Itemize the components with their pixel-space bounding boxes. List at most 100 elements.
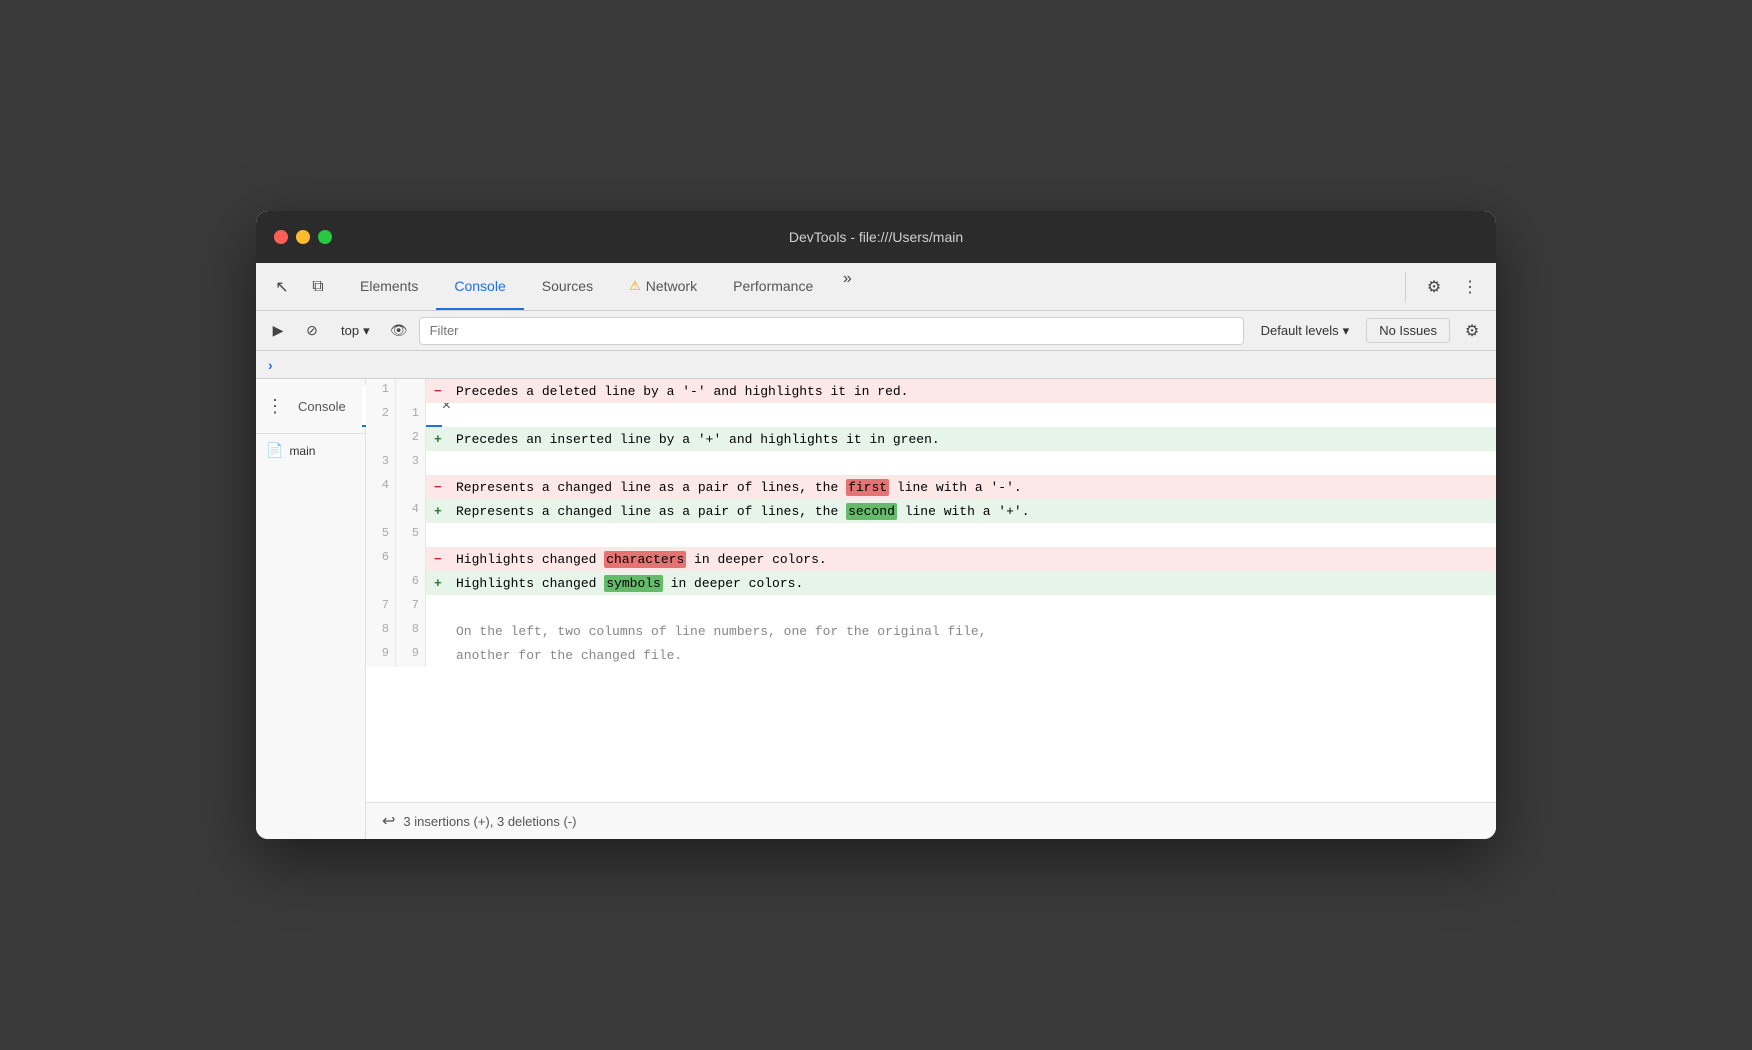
line-num-new-9: 6	[396, 571, 426, 595]
line-content-6: + Represents a changed line as a pair of…	[426, 499, 1496, 523]
console-settings-button[interactable]: ⚙	[1456, 315, 1488, 347]
line-num-new-1	[396, 379, 426, 403]
diff-marker-8: −	[434, 552, 452, 567]
prompt-arrow-icon: ›	[268, 357, 273, 373]
tab-console[interactable]: Console	[436, 263, 523, 310]
line-nums-3: 2	[366, 427, 426, 451]
sidebar-item-main[interactable]: 📄 main	[256, 434, 365, 467]
tab-sources[interactable]: Sources	[524, 263, 611, 310]
tab-network[interactable]: ⚠ Network	[611, 263, 715, 310]
line-num-new-10: 7	[396, 595, 426, 619]
content-area: ⋮ Console Changes × × 📄 main	[256, 379, 1496, 839]
line-nums-5: 4	[366, 475, 426, 499]
line-num-old-5: 4	[366, 475, 396, 499]
line-content-8: − Highlights changed characters in deepe…	[426, 547, 1496, 571]
filter-input[interactable]	[419, 317, 1244, 345]
sidebar-menu-button[interactable]: ⋮	[266, 392, 284, 420]
diff-marker-9: +	[434, 576, 452, 591]
cursor-icon: ↖	[275, 277, 288, 297]
line-content-5: − Represents a changed line as a pair of…	[426, 475, 1496, 499]
line-num-old-4: 3	[366, 451, 396, 475]
main-panel: 1 − Precedes a deleted line by a '-' and…	[366, 379, 1496, 839]
diff-row-8-deleted: 6 − Highlights changed characters in dee…	[366, 547, 1496, 571]
diff-text-3: Precedes an inserted line by a '+' and h…	[456, 432, 940, 447]
line-num-new-4: 3	[396, 451, 426, 475]
line-content-1: − Precedes a deleted line by a '-' and h…	[426, 379, 1496, 403]
diff-marker-12	[434, 648, 452, 663]
close-traffic-light[interactable]	[274, 230, 288, 244]
line-nums-4: 3 3	[366, 451, 426, 475]
minimize-traffic-light[interactable]	[296, 230, 310, 244]
diff-text-5b: line with a '-'.	[889, 480, 1022, 495]
line-num-new-11: 8	[396, 619, 426, 643]
more-tabs-button[interactable]: »	[831, 263, 863, 295]
line-content-7	[426, 523, 1496, 547]
line-content-3: + Precedes an inserted line by a '+' and…	[426, 427, 1496, 451]
main-tabs: Elements Console Sources ⚠ Network Perfo…	[342, 263, 1397, 310]
tab-elements[interactable]: Elements	[342, 263, 436, 310]
line-content-10	[426, 595, 1496, 619]
inspect-element-button[interactable]: ↖	[266, 271, 298, 303]
layers-icon: ⧉	[312, 278, 323, 296]
file-icon: 📄	[266, 442, 283, 459]
diff-marker-4	[434, 456, 452, 471]
line-content-9: + Highlights changed symbols in deeper c…	[426, 571, 1496, 595]
dots-vertical-icon: ⋮	[1462, 277, 1478, 297]
chevron-down-icon: ▾	[363, 323, 370, 339]
maximize-traffic-light[interactable]	[318, 230, 332, 244]
sidebar: ⋮ Console Changes × × 📄 main	[256, 379, 366, 839]
footer: ↩ 3 insertions (+), 3 deletions (-)	[366, 802, 1496, 839]
line-num-new-5	[396, 475, 426, 499]
undo-icon: ↩	[382, 811, 395, 831]
tab-performance[interactable]: Performance	[715, 263, 831, 310]
settings-button[interactable]: ⚙	[1418, 271, 1450, 303]
log-levels-dropdown[interactable]: Default levels ▾	[1250, 318, 1361, 344]
diff-text-11: On the left, two columns of line numbers…	[456, 624, 987, 639]
diff-marker-1: −	[434, 384, 452, 399]
line-num-old-2: 2	[366, 403, 396, 427]
diff-highlight-5: first	[846, 479, 889, 496]
clear-console-button[interactable]: ⊘	[298, 317, 326, 345]
chevron-down-icon: ▾	[1343, 323, 1350, 339]
customize-button[interactable]: ⋮	[1454, 271, 1486, 303]
line-num-new-6: 4	[396, 499, 426, 523]
execute-script-button[interactable]: ▶	[264, 317, 292, 345]
line-num-old-3	[366, 427, 396, 451]
line-nums-9: 6	[366, 571, 426, 595]
line-nums-6: 4	[366, 499, 426, 523]
diff-marker-10	[434, 600, 452, 615]
sidebar-header: ⋮ Console Changes × ×	[256, 379, 365, 434]
line-content-4	[426, 451, 1496, 475]
issues-button[interactable]: No Issues	[1366, 318, 1450, 343]
titlebar-title: DevTools - file:///Users/main	[789, 229, 963, 245]
line-num-old-1: 1	[366, 379, 396, 403]
eye-button[interactable]: 👁	[385, 317, 413, 345]
diff-highlight-8: characters	[604, 551, 686, 568]
play-icon: ▶	[273, 322, 284, 339]
line-num-old-8: 6	[366, 547, 396, 571]
diff-text-12: another for the changed file.	[456, 648, 682, 663]
sidebar-tab-console[interactable]: Console	[284, 394, 360, 419]
main-toolbar: ↖ ⧉ Elements Console Sources ⚠ Network P…	[256, 263, 1496, 311]
line-content-11: On the left, two columns of line numbers…	[426, 619, 1496, 643]
line-num-old-10: 7	[366, 595, 396, 619]
context-dropdown[interactable]: top ▾	[332, 318, 379, 344]
toolbar-right: ⚙ ⋮	[1397, 271, 1486, 303]
line-nums-11: 8 8	[366, 619, 426, 643]
diff-row-12: 9 9 another for the changed file.	[366, 643, 1496, 667]
diff-text-6b: line with a '+'.	[897, 504, 1030, 519]
device-toggle-button[interactable]: ⧉	[302, 271, 334, 303]
titlebar: DevTools - file:///Users/main	[256, 211, 1496, 263]
devtools-window: DevTools - file:///Users/main ↖ ⧉ Elemen…	[256, 211, 1496, 839]
line-nums-2: 2 1	[366, 403, 426, 427]
footer-summary: 3 insertions (+), 3 deletions (-)	[403, 814, 576, 829]
diff-row-5-deleted: 4 − Represents a changed line as a pair …	[366, 475, 1496, 499]
diff-marker-3: +	[434, 432, 452, 447]
eye-icon: 👁	[390, 322, 408, 339]
diff-row-7: 5 5	[366, 523, 1496, 547]
diff-text-9a: Highlights changed	[456, 576, 604, 591]
diff-row-6-inserted: 4 + Represents a changed line as a pair …	[366, 499, 1496, 523]
diff-highlight-9: symbols	[604, 575, 663, 592]
diff-marker-7	[434, 528, 452, 543]
diff-marker-2	[434, 408, 452, 423]
